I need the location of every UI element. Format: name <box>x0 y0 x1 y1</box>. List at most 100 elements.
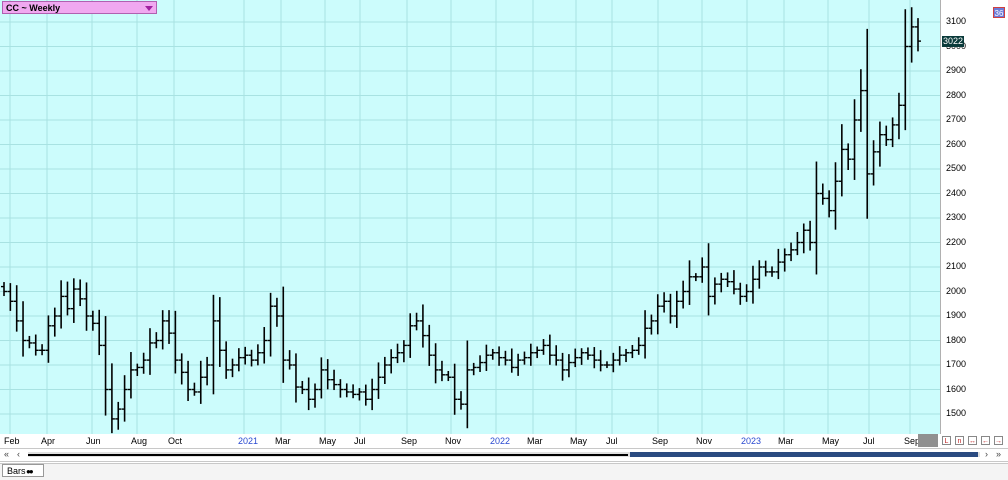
x-tick-label: 2022 <box>490 436 511 446</box>
y-tick-label: 1600 <box>946 383 967 394</box>
ohlc-bar <box>521 351 528 365</box>
x-tick-label: Mar <box>275 436 291 446</box>
chart-plot-area[interactable] <box>0 0 1008 434</box>
ohlc-bar <box>89 310 96 331</box>
nav-button-2-icon[interactable]: n <box>955 436 964 445</box>
tab-bars[interactable]: Bars <box>2 464 44 477</box>
ohlc-bar <box>578 348 585 365</box>
ohlc-bar <box>629 344 636 359</box>
ohlc-bar <box>597 350 604 372</box>
ohlc-bar <box>711 277 718 305</box>
nav-button-5-icon[interactable]: → <box>994 436 1003 445</box>
ohlc-bar <box>13 285 20 332</box>
ohlc-bar <box>7 283 14 311</box>
ohlc-bar <box>737 282 744 305</box>
ohlc-chart <box>0 0 940 434</box>
ohlc-bar <box>540 339 547 355</box>
ohlc-bar <box>432 343 439 384</box>
scroll-last-icon[interactable]: » <box>996 449 1001 459</box>
ohlc-bar <box>407 313 414 358</box>
ohlc-bar <box>489 348 496 360</box>
x-tick-label: Mar <box>527 436 543 446</box>
ohlc-bar <box>769 266 776 277</box>
ohlc-bar <box>20 301 27 357</box>
nav-button-1-icon[interactable]: L <box>942 436 951 445</box>
ohlc-bar <box>39 344 46 356</box>
ohlc-bar <box>305 377 312 411</box>
ohlc-bar <box>857 69 864 132</box>
ohlc-bar <box>845 143 852 171</box>
ohlc-bar <box>623 348 630 363</box>
ohlc-bar <box>235 348 242 372</box>
ohlc-bar <box>166 310 173 344</box>
ohlc-bar <box>762 260 769 277</box>
x-tick-label: Apr <box>41 436 56 446</box>
tab-status-icon: ●● <box>26 467 34 476</box>
ohlc-bar <box>210 294 217 395</box>
symbol-title: CC ~ Weekly <box>6 3 61 13</box>
y-tick-label: 2100 <box>946 261 967 271</box>
ohlc-bar <box>77 279 84 307</box>
ohlc-bar <box>794 231 801 256</box>
ohlc-bar <box>229 358 236 378</box>
ohlc-bar <box>610 352 617 373</box>
y-tick-label: 1900 <box>946 310 967 320</box>
y-tick-label: 2300 <box>946 212 967 222</box>
x-tick-label: Jun <box>86 436 101 446</box>
ohlc-bar <box>64 281 71 316</box>
ohlc-bar <box>381 356 388 384</box>
ohlc-bar <box>895 92 902 140</box>
ohlc-bar <box>115 401 122 430</box>
ohlc-bar <box>223 341 230 379</box>
dropdown-icon[interactable] <box>145 6 153 11</box>
ohlc-bar <box>45 315 52 363</box>
symbol-selector[interactable]: CC ~ Weekly <box>2 1 157 14</box>
ohlc-bar <box>445 371 452 382</box>
ohlc-bar <box>267 292 274 357</box>
ohlc-bar <box>140 352 147 374</box>
y-tick-label: 3100 <box>946 16 967 26</box>
nav-button-4-icon[interactable]: ← <box>981 436 990 445</box>
y-tick-label: 1800 <box>946 334 967 345</box>
y-tick-label: 2600 <box>946 138 967 149</box>
ohlc-bar <box>838 124 845 197</box>
ohlc-bar <box>483 344 490 371</box>
ohlc-bar <box>178 353 185 385</box>
ohlc-bar <box>807 220 814 251</box>
ohlc-bar <box>584 347 591 360</box>
ohlc-bar <box>661 292 668 313</box>
ohlc-bar <box>172 310 179 374</box>
x-tick-label: Nov <box>696 436 713 446</box>
ohlc-bar <box>419 304 426 348</box>
ohlc-bar <box>775 248 782 280</box>
y-tick-label: 2000 <box>946 285 967 296</box>
x-tick-label: 2021 <box>238 436 259 446</box>
x-tick-label: Jul <box>354 436 366 446</box>
scroll-first-icon[interactable]: « <box>4 449 9 459</box>
scroll-left-icon[interactable]: ‹ <box>17 449 20 459</box>
ohlc-bar <box>502 350 509 366</box>
nav-button-3-icon[interactable]: ↔ <box>968 436 977 445</box>
ohlc-bar <box>565 354 572 378</box>
ohlc-bar <box>1 282 7 297</box>
ohlc-bar <box>781 248 788 272</box>
ohlc-bar <box>292 353 299 403</box>
y-tick-label: 2500 <box>946 163 967 173</box>
ohlc-bar <box>788 242 795 262</box>
ohlc-bar <box>356 388 363 401</box>
corner-badge[interactable]: 36 <box>993 7 1005 18</box>
scroll-thumb[interactable] <box>630 452 978 457</box>
ohlc-bar <box>642 310 649 359</box>
ohlc-bar <box>216 297 223 367</box>
ohlc-bar <box>350 384 357 399</box>
ohlc-bar <box>248 349 255 367</box>
scroll-right-icon[interactable]: › <box>985 449 988 459</box>
axis-corner-box <box>918 434 938 447</box>
ohlc-bar <box>756 260 763 289</box>
x-tick-label: Sep <box>652 436 669 446</box>
ohlc-bar <box>426 324 433 366</box>
y-tick-label: 2200 <box>946 236 967 247</box>
ohlc-bar <box>261 327 268 364</box>
ohlc-bar <box>197 360 204 404</box>
ohlc-bar <box>83 282 90 331</box>
